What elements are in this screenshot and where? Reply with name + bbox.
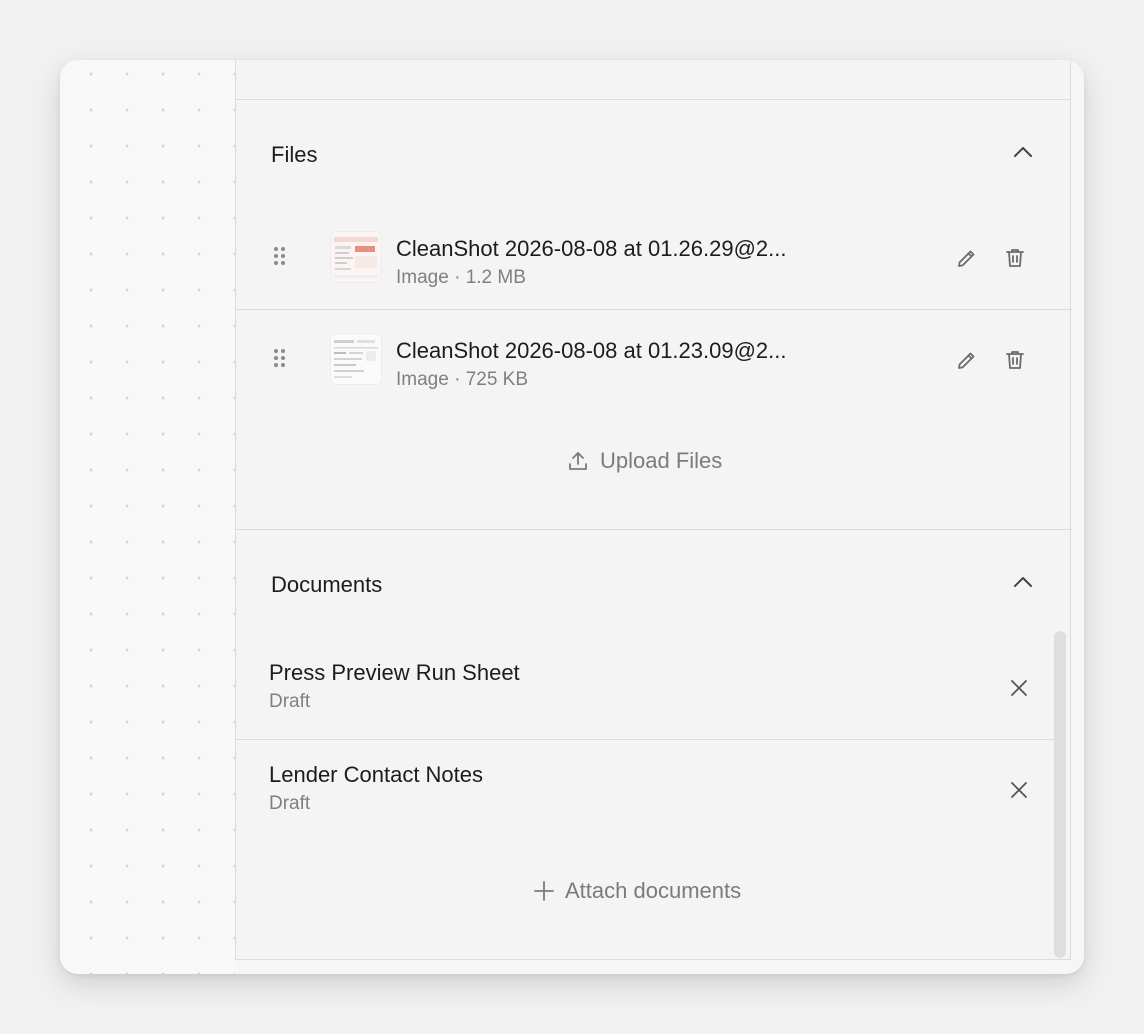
file-name: CleanShot 2026-08-08 at 01.23.09@2... — [396, 338, 787, 363]
document-status: Draft — [269, 793, 311, 814]
canvas-dot-grid[interactable] — [60, 60, 235, 974]
panel-top-section — [236, 60, 1070, 100]
delete-file-button[interactable] — [999, 344, 1031, 376]
file-thumbnail[interactable] — [331, 334, 381, 384]
documents-collapse-button[interactable] — [1008, 567, 1038, 597]
attach-documents-button[interactable]: Attach documents — [533, 878, 741, 904]
pencil-icon — [958, 352, 975, 369]
rename-file-button[interactable] — [951, 344, 983, 376]
side-panel: Files CleanShot 2026-08-08 at 01.26.29@2… — [235, 60, 1072, 960]
attach-documents-label: Attach documents — [565, 878, 742, 903]
file-row[interactable]: CleanShot 2026-08-08 at 01.26.29@2... Im… — [236, 210, 1070, 312]
files-section-title: Files — [271, 142, 318, 167]
chevron-up-icon — [1014, 147, 1032, 157]
delete-file-button[interactable] — [999, 242, 1031, 274]
drag-handle-icon[interactable] — [272, 347, 288, 371]
upload-icon — [569, 452, 587, 470]
trash-icon — [1006, 351, 1024, 369]
close-icon — [1011, 680, 1027, 696]
file-meta: Image · 1.2 MB — [396, 267, 526, 288]
close-icon — [1011, 782, 1027, 798]
document-row[interactable]: Press Preview Run Sheet Draft — [236, 638, 1054, 740]
document-title: Lender Contact Notes — [269, 762, 484, 787]
document-row[interactable]: Lender Contact Notes Draft — [236, 740, 1054, 842]
rename-file-button[interactable] — [951, 242, 983, 274]
file-name: CleanShot 2026-08-08 at 01.26.29@2... — [396, 236, 787, 261]
file-divider — [236, 309, 1072, 310]
trash-icon — [1006, 249, 1024, 267]
remove-document-button[interactable] — [1003, 672, 1035, 704]
drag-handle-icon[interactable] — [272, 245, 288, 269]
plus-icon — [534, 881, 554, 901]
documents-section-title: Documents — [271, 572, 383, 597]
remove-document-button[interactable] — [1003, 774, 1035, 806]
files-collapse-button[interactable] — [1008, 137, 1038, 167]
file-thumbnail[interactable] — [331, 232, 381, 282]
file-row[interactable]: CleanShot 2026-08-08 at 01.23.09@2... Im… — [236, 312, 1070, 414]
upload-files-label: Upload Files — [600, 448, 723, 473]
document-status: Draft — [269, 691, 311, 712]
upload-files-button[interactable]: Upload Files — [566, 448, 722, 474]
section-divider — [236, 529, 1072, 530]
file-meta: Image · 725 KB — [396, 369, 529, 390]
app-window: Files CleanShot 2026-08-08 at 01.26.29@2… — [60, 60, 1084, 974]
chevron-up-icon — [1014, 577, 1032, 587]
scrollbar-thumb[interactable] — [1054, 631, 1066, 958]
pencil-icon — [958, 250, 975, 267]
document-title: Press Preview Run Sheet — [269, 660, 520, 685]
